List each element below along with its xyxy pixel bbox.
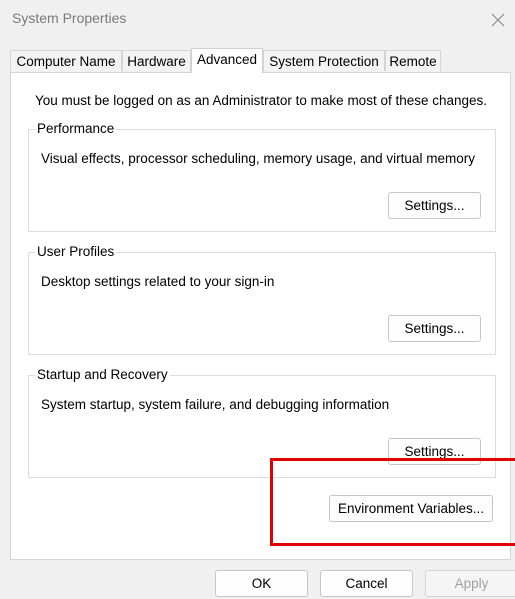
startup-recovery-label: Startup and Recovery — [35, 367, 170, 382]
advanced-tab-panel: You must be logged on as an Administrato… — [10, 72, 511, 560]
startup-recovery-group: Startup and Recovery System startup, sys… — [28, 367, 496, 478]
user-profiles-label: User Profiles — [35, 244, 117, 259]
apply-button[interactable]: Apply — [425, 570, 515, 597]
tab-strip: Computer Name Hardware Advanced System P… — [10, 48, 510, 73]
close-icon[interactable] — [486, 8, 510, 32]
tab-computer-name[interactable]: Computer Name — [10, 50, 122, 71]
performance-description: Visual effects, processor scheduling, me… — [41, 151, 475, 166]
tab-advanced[interactable]: Advanced — [191, 48, 263, 73]
tab-remote[interactable]: Remote — [385, 50, 441, 71]
performance-group: Performance Visual effects, processor sc… — [28, 121, 496, 232]
performance-label: Performance — [35, 121, 117, 136]
tab-hardware[interactable]: Hardware — [122, 50, 191, 71]
startup-recovery-description: System startup, system failure, and debu… — [41, 397, 390, 412]
performance-settings-button[interactable]: Settings... — [388, 192, 481, 219]
user-profiles-group: User Profiles Desktop settings related t… — [28, 244, 496, 355]
tab-system-protection[interactable]: System Protection — [263, 50, 385, 71]
user-profiles-description: Desktop settings related to your sign-in — [41, 274, 275, 289]
environment-variables-button[interactable]: Environment Variables... — [329, 495, 493, 522]
startup-recovery-settings-button[interactable]: Settings... — [388, 438, 481, 465]
admin-note: You must be logged on as an Administrato… — [35, 93, 488, 108]
user-profiles-settings-button[interactable]: Settings... — [388, 315, 481, 342]
ok-button[interactable]: OK — [215, 570, 308, 597]
window-title: System Properties — [12, 10, 127, 26]
title-bar: System Properties — [0, 0, 515, 40]
cancel-button[interactable]: Cancel — [320, 570, 413, 597]
